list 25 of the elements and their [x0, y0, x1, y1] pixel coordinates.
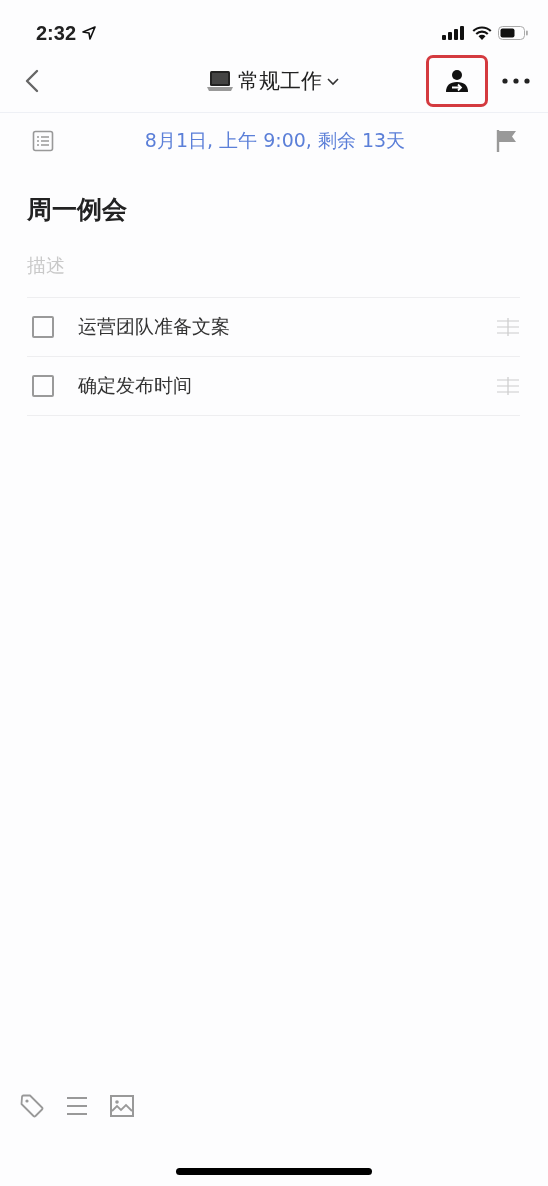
tag-icon[interactable]: [20, 1094, 44, 1118]
chevron-left-icon: [25, 69, 39, 93]
assign-button[interactable]: [426, 55, 488, 107]
flag-icon[interactable]: [496, 129, 518, 153]
notes-icon[interactable]: [32, 130, 54, 152]
task-title[interactable]: 周一例会: [27, 185, 520, 233]
subtask-text[interactable]: 运营团队准备文案: [78, 314, 496, 340]
person-arrow-icon: [444, 68, 470, 94]
due-date-button[interactable]: 8月1日, 上午 9:00, 剩余 13天: [54, 127, 496, 155]
drag-handle-icon[interactable]: [496, 376, 520, 396]
battery-icon: [498, 26, 528, 40]
list-selector[interactable]: 常规工作: [206, 67, 340, 95]
signal-icon: [442, 26, 466, 40]
subtask-text[interactable]: 确定发布时间: [78, 373, 496, 399]
location-arrow-icon: [82, 26, 97, 40]
status-time: 2:32: [36, 21, 77, 45]
wifi-icon: [472, 26, 492, 40]
laptop-icon: [206, 69, 234, 93]
drag-handle-icon[interactable]: [496, 317, 520, 337]
checkbox[interactable]: [32, 316, 54, 338]
more-icon: [502, 78, 530, 84]
caret-icon: [326, 76, 340, 86]
checkbox[interactable]: [32, 375, 54, 397]
list-icon[interactable]: [66, 1096, 88, 1116]
image-icon[interactable]: [110, 1095, 134, 1117]
